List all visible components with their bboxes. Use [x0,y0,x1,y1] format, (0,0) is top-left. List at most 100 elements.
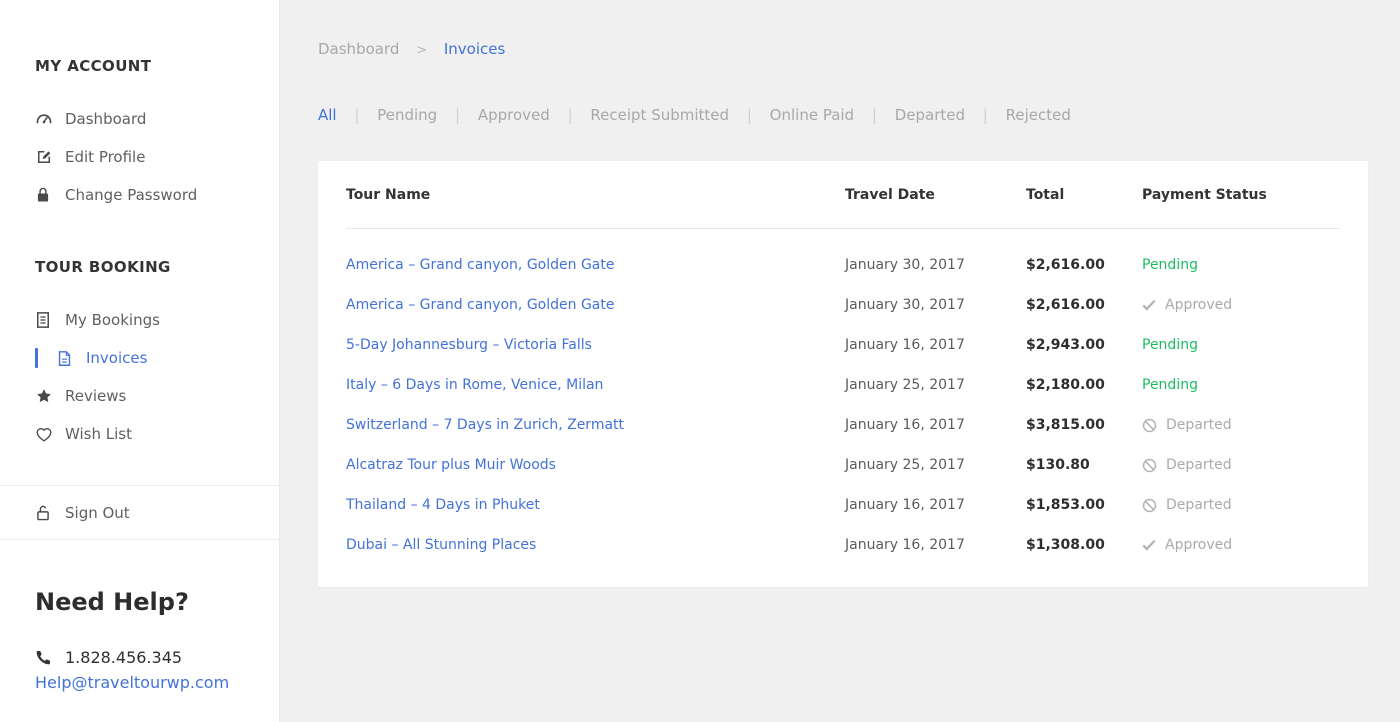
filter-separator: | [872,106,877,124]
total-amount: $3,815.00 [1026,417,1142,433]
breadcrumb-separator: > [416,43,427,58]
page: MY ACCOUNT Dashboard Edit Profile Change… [0,0,1400,722]
ban-icon [1142,418,1157,433]
sidebar-item-label: Edit Profile [65,148,145,166]
payment-status-label: Approved [1165,537,1232,553]
table-row: Dubai – All Stunning Places January 16, … [346,525,1340,565]
divider [0,485,279,486]
filter-all[interactable]: All [318,106,337,124]
table-row: America – Grand canyon, Golden Gate Janu… [346,245,1340,285]
table-header: Tour Name Travel Date Total Payment Stat… [346,161,1340,229]
active-indicator [35,348,38,368]
tour-link[interactable]: Dubai – All Stunning Places [346,537,536,553]
travel-date: January 16, 2017 [845,417,1026,433]
table-row: Thailand – 4 Days in Phuket January 16, … [346,485,1340,525]
total-amount: $1,853.00 [1026,497,1142,513]
unlock-icon [35,504,65,522]
filter-receipt-submitted[interactable]: Receipt Submitted [590,106,729,124]
payment-status-label: Approved [1165,297,1232,313]
help-phone: 1.828.456.345 [35,643,261,671]
dashboard-icon [35,110,65,128]
help-email-link[interactable]: Help@traveltourwp.com [35,673,229,692]
payment-status: Departed [1142,417,1340,433]
tour-booking-heading: TOUR BOOKING [35,259,261,275]
payment-status-label: Pending [1142,377,1198,393]
payment-status: Pending [1142,257,1340,273]
payment-status: Approved [1142,537,1340,553]
breadcrumb-dashboard[interactable]: Dashboard [318,40,399,58]
total-amount: $2,616.00 [1026,297,1142,313]
payment-status-label: Departed [1166,457,1232,473]
sidebar-item-label: Invoices [86,349,147,367]
sidebar-item-label: Wish List [65,425,132,443]
sidebar-item-label: Dashboard [65,110,146,128]
filter-pending[interactable]: Pending [377,106,437,124]
sidebar-item-label: Change Password [65,186,197,204]
total-amount: $2,943.00 [1026,337,1142,353]
breadcrumb-current: Invoices [444,40,505,58]
payment-status-label: Departed [1166,417,1232,433]
total-amount: $1,308.00 [1026,537,1142,553]
travel-date: January 25, 2017 [845,377,1026,393]
lock-icon [35,186,65,204]
tour-link[interactable]: Switzerland – 7 Days in Zurich, Zermatt [346,417,624,433]
bookings-icon [35,311,65,329]
payment-status: Pending [1142,337,1340,353]
tour-link[interactable]: Italy – 6 Days in Rome, Venice, Milan [346,377,603,393]
sidebar-item-wish-list[interactable]: Wish List [35,415,261,453]
heart-icon [35,426,65,443]
sidebar-item-change-password[interactable]: Change Password [35,176,261,214]
invoice-icon [56,350,86,367]
ban-icon [1142,458,1157,473]
tour-link[interactable]: Alcatraz Tour plus Muir Woods [346,457,556,473]
payment-status: Approved [1142,297,1340,313]
breadcrumb: Dashboard > Invoices [318,40,1368,58]
ban-icon [1142,498,1157,513]
travel-date: January 30, 2017 [845,297,1026,313]
sidebar-item-edit-profile[interactable]: Edit Profile [35,138,261,176]
payment-status: Departed [1142,457,1340,473]
sidebar-item-sign-out[interactable]: Sign Out [35,494,261,532]
filter-separator: | [455,106,460,124]
total-amount: $2,616.00 [1026,257,1142,273]
travel-date: January 16, 2017 [845,497,1026,513]
filter-separator: | [983,106,988,124]
tour-link[interactable]: 5-Day Johannesburg – Victoria Falls [346,337,592,353]
travel-date: January 16, 2017 [845,337,1026,353]
payment-status-label: Pending [1142,257,1198,273]
table-row: Alcatraz Tour plus Muir Woods January 25… [346,445,1340,485]
table-row: 5-Day Johannesburg – Victoria Falls Janu… [346,325,1340,365]
tour-link[interactable]: Thailand – 4 Days in Phuket [346,497,540,513]
travel-date: January 30, 2017 [845,257,1026,273]
travel-date: January 25, 2017 [845,457,1026,473]
sidebar-item-label: Reviews [65,387,126,405]
sidebar-item-reviews[interactable]: Reviews [35,377,261,415]
main-content: Dashboard > Invoices All | Pending | App… [280,0,1400,722]
sidebar-item-label: My Bookings [65,311,160,329]
sidebar-item-my-bookings[interactable]: My Bookings [35,301,261,339]
sidebar-item-invoices[interactable]: Invoices [35,339,261,377]
help-phone-number: 1.828.456.345 [65,648,182,667]
check-icon [1142,539,1156,551]
travel-date: January 16, 2017 [845,537,1026,553]
total-amount: $130.80 [1026,457,1142,473]
filter-departed[interactable]: Departed [895,106,965,124]
divider [0,539,279,540]
payment-status: Pending [1142,377,1340,393]
col-travel-date: Travel Date [845,187,1026,203]
need-help-heading: Need Help? [35,588,261,616]
sidebar-item-dashboard[interactable]: Dashboard [35,100,261,138]
payment-status: Departed [1142,497,1340,513]
sidebar: MY ACCOUNT Dashboard Edit Profile Change… [0,0,280,722]
invoices-table-card: Tour Name Travel Date Total Payment Stat… [318,161,1368,587]
col-payment-status: Payment Status [1142,187,1340,203]
filter-online-paid[interactable]: Online Paid [770,106,854,124]
tour-link[interactable]: America – Grand canyon, Golden Gate [346,257,614,273]
table-row: Italy – 6 Days in Rome, Venice, Milan Ja… [346,365,1340,405]
filter-rejected[interactable]: Rejected [1006,106,1071,124]
table-row: America – Grand canyon, Golden Gate Janu… [346,285,1340,325]
filter-approved[interactable]: Approved [478,106,550,124]
table-body: America – Grand canyon, Golden Gate Janu… [346,229,1340,587]
my-account-heading: MY ACCOUNT [35,58,261,74]
tour-link[interactable]: America – Grand canyon, Golden Gate [346,297,614,313]
